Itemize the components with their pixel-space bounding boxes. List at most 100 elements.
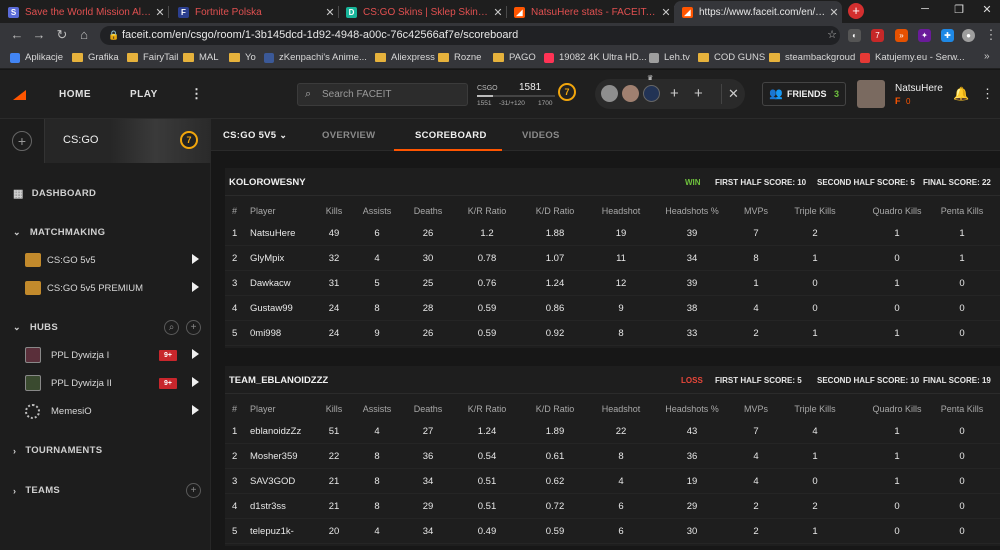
bookmark[interactable]: 19082 4K Ultra HD...	[544, 52, 647, 63]
bookmark[interactable]: Leh.tv	[649, 52, 690, 63]
column-header[interactable]: Player	[250, 206, 276, 216]
extension-icon[interactable]: »	[895, 29, 908, 42]
column-header[interactable]: Penta Kills	[941, 404, 984, 414]
party-avatar[interactable]	[622, 85, 639, 102]
add-hub-icon[interactable]: +	[186, 320, 201, 335]
add-game-area[interactable]: +	[0, 119, 45, 163]
browser-tab[interactable]: D CS:GO Skins | Sklep Skiny CS:GO✕	[338, 1, 506, 23]
bookmark[interactable]: zKenpachi's Anime...	[264, 52, 367, 63]
player-row[interactable]: 5 0mi998 24 9 26 0.59 0.92 8 33 2 1 1 0	[225, 321, 1000, 346]
sidebar-section-tournaments[interactable]: › TOURNAMENTS	[13, 445, 102, 456]
column-header[interactable]: Quadro Kills	[872, 206, 921, 216]
menu-dots-icon[interactable]: ⋮	[981, 86, 994, 102]
player-name[interactable]: d1str3ss	[250, 501, 286, 512]
browser-tab[interactable]: ◢ https://www.faceit.com/en/csgo/r✕	[674, 1, 842, 23]
close-icon[interactable]: ✕	[728, 85, 739, 102]
friends-button[interactable]: 👥 FRIENDS 3	[762, 82, 846, 106]
player-name[interactable]: telepuz1k-	[250, 526, 294, 537]
reload-icon[interactable]: ↻	[54, 28, 70, 42]
column-header[interactable]: Kills	[326, 206, 343, 216]
column-header[interactable]: MVPs	[744, 404, 768, 414]
column-header[interactable]: Headshot	[602, 206, 641, 216]
column-header[interactable]: Deaths	[414, 206, 443, 216]
browser-tab[interactable]: ◢ NatsuHere stats - FACEIT.com ✕	[506, 1, 674, 23]
player-row[interactable]: 5 telepuz1k- 20 4 34 0.49 0.59 6 30 2 1 0 0	[225, 519, 1000, 544]
column-header[interactable]: MVPs	[744, 206, 768, 216]
forward-icon[interactable]: →	[31, 28, 47, 42]
game-header[interactable]: + CS:GO 7	[0, 119, 211, 163]
player-name[interactable]: Gustaw99	[250, 303, 293, 314]
username[interactable]: NatsuHere	[895, 83, 943, 94]
column-header[interactable]: Headshots %	[665, 404, 719, 414]
player-row[interactable]: 2 Mosher359 22 8 36 0.54 0.61 8 36 4 1 1 0	[225, 444, 1000, 469]
bookmark-star-icon[interactable]: ☆	[824, 28, 840, 42]
sidebar-item-hub[interactable]: PPL Dywizja II 9+	[25, 372, 211, 394]
close-tab-icon[interactable]: ✕	[658, 6, 674, 19]
sidebar-section-hubs[interactable]: ⌄ HUBS	[13, 322, 58, 333]
bookmark[interactable]: Grafika	[72, 52, 119, 63]
address-bar[interactable]: 🔒 faceit.com/en/csgo/room/1-3b145dcd-1d9…	[100, 26, 840, 45]
tab-overview[interactable]: OVERVIEW	[322, 130, 375, 141]
column-header[interactable]: Triple Kills	[794, 404, 835, 414]
nav-play[interactable]: PLAY	[130, 89, 158, 100]
faceit-logo-icon[interactable]	[13, 90, 26, 100]
home-icon[interactable]: ⌂	[76, 28, 92, 42]
column-header[interactable]: #	[232, 206, 237, 216]
column-header[interactable]: #	[232, 404, 237, 414]
column-header[interactable]: Player	[250, 404, 276, 414]
close-tab-icon[interactable]: ✕	[490, 6, 506, 19]
user-avatar[interactable]	[857, 80, 885, 108]
player-name[interactable]: SAV3GOD	[250, 476, 295, 487]
column-header[interactable]: K/R Ratio	[468, 206, 507, 216]
column-header[interactable]: Kills	[326, 404, 343, 414]
column-header[interactable]: Headshots %	[665, 206, 719, 216]
column-header[interactable]: Deaths	[414, 404, 443, 414]
new-tab-button[interactable]: +	[848, 3, 864, 19]
player-row[interactable]: 1 NatsuHere 49 6 26 1.2 1.88 19 39 7 2 1 1	[225, 221, 1000, 246]
column-header[interactable]: K/D Ratio	[536, 404, 575, 414]
sidebar-item-queue[interactable]: CS:GO 5v5	[25, 249, 211, 271]
add-team-icon[interactable]: +	[186, 483, 201, 498]
close-tab-icon[interactable]: ✕	[322, 6, 338, 19]
extension-icon[interactable]: ✦	[918, 29, 931, 42]
bookmark[interactable]: Katujemy.eu - Serw...	[860, 52, 965, 63]
party-avatar[interactable]	[643, 85, 660, 102]
play-icon[interactable]	[192, 405, 199, 415]
sidebar-item-queue[interactable]: CS:GO 5v5 PREMIUM	[25, 277, 211, 299]
more-dots-icon[interactable]: ⋮	[190, 86, 204, 102]
play-icon[interactable]	[192, 349, 199, 359]
bookmark[interactable]: Aplikacje	[10, 52, 63, 63]
bell-icon[interactable]: 🔔	[953, 86, 969, 102]
play-icon[interactable]	[192, 282, 199, 292]
browser-tab[interactable]: S Save the World Mission Alerts ✕	[0, 1, 168, 23]
player-name[interactable]: eblanoidzZz	[250, 426, 301, 437]
tab-videos[interactable]: VIDEOS	[522, 130, 560, 141]
player-row[interactable]: 4 d1str3ss 21 8 29 0.51 0.72 6 29 2 2 0 0	[225, 494, 1000, 519]
player-row[interactable]: 4 Gustaw99 24 8 28 0.59 0.86 9 38 4 0 0 0	[225, 296, 1000, 321]
player-row[interactable]: 2 GlyMpix 32 4 30 0.78 1.07 11 34 8 1 0 1	[225, 246, 1000, 271]
elo-widget[interactable]: CSGO 1581 1551 -31/+120 1700	[477, 79, 557, 111]
search-hubs-icon[interactable]: ⌕	[164, 320, 179, 335]
player-name[interactable]: NatsuHere	[250, 228, 295, 239]
sidebar-section-matchmaking[interactable]: ⌄ MATCHMAKING	[13, 227, 105, 238]
bookmark[interactable]: Rozne	[438, 52, 481, 63]
player-row[interactable]: 3 SAV3GOD 21 8 34 0.51 0.62 4 19 4 0 1 0	[225, 469, 1000, 494]
nav-home[interactable]: HOME	[59, 89, 91, 100]
party-avatar[interactable]	[601, 85, 618, 102]
player-row[interactable]: 1 eblanoidzZz 51 4 27 1.24 1.89 22 43 7 4 1 0	[225, 419, 1000, 444]
column-header[interactable]: Penta Kills	[941, 206, 984, 216]
bookmark[interactable]: steambackgroud	[769, 52, 855, 63]
column-header[interactable]: K/R Ratio	[468, 404, 507, 414]
column-header[interactable]: Quadro Kills	[872, 404, 921, 414]
menu-dots-icon[interactable]: ⋮	[983, 28, 999, 42]
close-tab-icon[interactable]: ✕	[826, 6, 842, 19]
add-party-member-icon[interactable]: +	[694, 85, 703, 102]
profile-avatar-icon[interactable]: ●	[962, 29, 975, 42]
back-icon[interactable]: ←	[9, 28, 25, 42]
browser-tab[interactable]: F Fortnite Polska ✕	[170, 1, 338, 23]
minimize-icon[interactable]: ─	[910, 3, 940, 15]
play-icon[interactable]	[192, 377, 199, 387]
player-name[interactable]: 0mi998	[250, 328, 281, 339]
player-name[interactable]: GlyMpix	[250, 253, 284, 264]
puzzle-icon[interactable]: ✚	[941, 29, 954, 42]
